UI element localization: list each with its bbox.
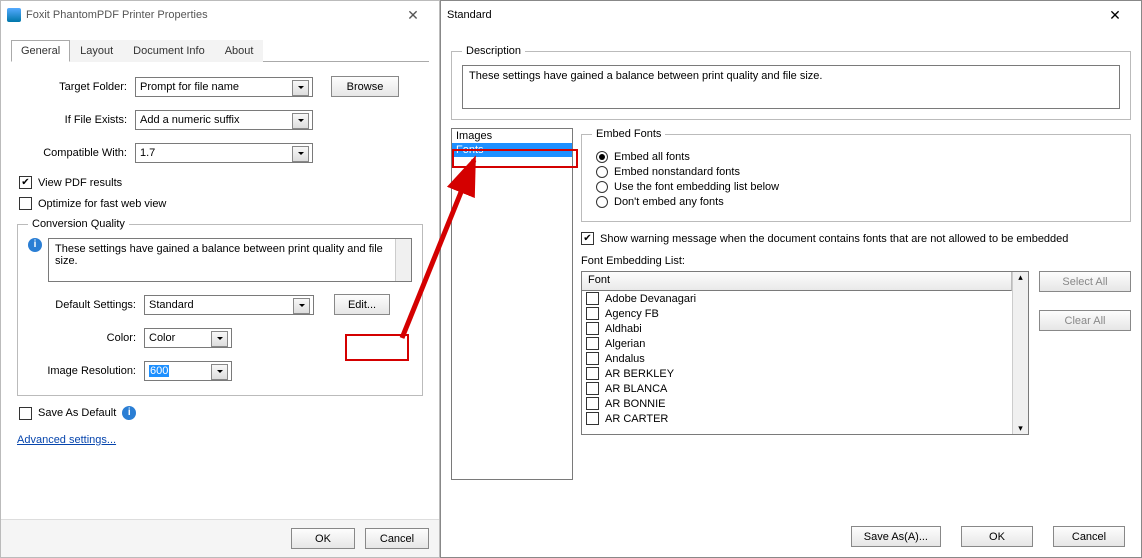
- conversion-quality-group: Conversion Quality i These settings have…: [17, 218, 423, 396]
- font-name: Andalus: [605, 353, 645, 365]
- embed-fonts-group: Embed Fonts Embed all fonts Embed nonsta…: [581, 128, 1131, 222]
- select-all-button[interactable]: Select All: [1039, 271, 1131, 292]
- target-folder-select[interactable]: Prompt for file name: [135, 77, 313, 97]
- font-name: Agency FB: [605, 308, 659, 320]
- font-row[interactable]: Andalus: [582, 351, 1012, 366]
- ok-button[interactable]: OK: [291, 528, 355, 549]
- radio-use-list[interactable]: [596, 181, 608, 193]
- edit-button[interactable]: Edit...: [334, 294, 390, 315]
- default-settings-select[interactable]: Standard: [144, 295, 314, 315]
- window-title: Foxit PhantomPDF Printer Properties: [26, 9, 208, 21]
- target-folder-label: Target Folder:: [17, 81, 135, 93]
- cancel-button[interactable]: Cancel: [1053, 526, 1125, 547]
- save-default-label: Save As Default: [38, 407, 116, 419]
- window-title: Standard: [447, 9, 492, 21]
- radio-embed-none[interactable]: [596, 196, 608, 208]
- category-list[interactable]: Images Fonts: [451, 128, 573, 480]
- scrollbar[interactable]: [395, 239, 411, 281]
- footer-left: OK Cancel: [1, 519, 439, 557]
- category-images[interactable]: Images: [452, 129, 572, 143]
- scrollbar[interactable]: [1012, 272, 1028, 434]
- browse-button[interactable]: Browse: [331, 76, 399, 97]
- cancel-button[interactable]: Cancel: [365, 528, 429, 549]
- titlebar-left[interactable]: Foxit PhantomPDF Printer Properties ✕: [1, 1, 439, 29]
- tab-about[interactable]: About: [215, 40, 264, 62]
- font-checkbox[interactable]: [586, 292, 599, 305]
- font-checkbox[interactable]: [586, 307, 599, 320]
- optimize-checkbox[interactable]: [19, 197, 32, 210]
- font-row[interactable]: Agency FB: [582, 306, 1012, 321]
- font-name: AR BERKLEY: [605, 368, 674, 380]
- font-row[interactable]: AR BERKLEY: [582, 366, 1012, 381]
- close-icon[interactable]: ✕: [393, 7, 433, 24]
- annotation-highlight-fonts: [454, 151, 576, 166]
- font-name: Aldhabi: [605, 323, 642, 335]
- font-checkbox[interactable]: [586, 412, 599, 425]
- ok-button[interactable]: OK: [961, 526, 1033, 547]
- warning-checkbox[interactable]: [581, 232, 594, 245]
- compatible-label: Compatible With:: [17, 147, 135, 159]
- font-name: AR CARTER: [605, 413, 668, 425]
- info-icon[interactable]: i: [122, 406, 136, 420]
- font-embedding-list[interactable]: Font Adobe Devanagari Agency FB Aldhabi Alg…: [581, 271, 1029, 435]
- annotation-highlight-edit: [347, 336, 407, 359]
- radio-embed-nonstandard[interactable]: [596, 166, 608, 178]
- description-text[interactable]: These settings have gained a balance bet…: [462, 65, 1120, 109]
- warning-label: Show warning message when the document c…: [600, 233, 1068, 245]
- font-row[interactable]: AR BONNIE: [582, 396, 1012, 411]
- font-name: Algerian: [605, 338, 645, 350]
- resolution-label: Image Resolution:: [28, 365, 144, 377]
- font-row[interactable]: Algerian: [582, 336, 1012, 351]
- font-checkbox[interactable]: [586, 397, 599, 410]
- tab-document-info[interactable]: Document Info: [123, 40, 215, 62]
- tabs: General Layout Document Info About: [11, 39, 429, 62]
- close-icon[interactable]: ✕: [1095, 7, 1135, 24]
- font-column-header[interactable]: Font: [582, 272, 1012, 291]
- clear-all-button[interactable]: Clear All: [1039, 310, 1131, 331]
- standard-settings-window: Standard ✕ Description These settings ha…: [440, 0, 1142, 558]
- font-row[interactable]: Adobe Devanagari: [582, 291, 1012, 306]
- compatible-select[interactable]: 1.7: [135, 143, 313, 163]
- advanced-settings-link[interactable]: Advanced settings...: [17, 434, 116, 446]
- font-row[interactable]: AR BLANCA: [582, 381, 1012, 396]
- view-pdf-checkbox[interactable]: [19, 176, 32, 189]
- font-checkbox[interactable]: [586, 337, 599, 350]
- info-icon: i: [28, 238, 42, 252]
- font-name: Adobe Devanagari: [605, 293, 696, 305]
- font-checkbox[interactable]: [586, 382, 599, 395]
- embed-fonts-legend: Embed Fonts: [592, 128, 665, 140]
- save-default-checkbox[interactable]: [19, 407, 32, 420]
- color-label: Color:: [28, 332, 144, 344]
- resolution-combo[interactable]: 600: [144, 361, 232, 381]
- default-settings-label: Default Settings:: [28, 299, 144, 311]
- view-pdf-label: View PDF results: [38, 177, 122, 189]
- app-icon: [7, 8, 21, 22]
- if-exists-select[interactable]: Add a numeric suffix: [135, 110, 313, 130]
- font-checkbox[interactable]: [586, 352, 599, 365]
- font-name: AR BLANCA: [605, 383, 667, 395]
- radio-embed-all[interactable]: [596, 151, 608, 163]
- printer-properties-window: Foxit PhantomPDF Printer Properties ✕ Ge…: [0, 0, 440, 558]
- conversion-quality-legend: Conversion Quality: [28, 218, 129, 230]
- font-name: AR BONNIE: [605, 398, 666, 410]
- if-exists-label: If File Exists:: [17, 114, 135, 126]
- description-group: Description These settings have gained a…: [451, 45, 1131, 120]
- color-select[interactable]: Color: [144, 328, 232, 348]
- tab-general[interactable]: General: [11, 40, 70, 62]
- description-legend: Description: [462, 45, 525, 57]
- titlebar-right[interactable]: Standard ✕: [441, 1, 1141, 29]
- font-checkbox[interactable]: [586, 322, 599, 335]
- font-row[interactable]: Aldhabi: [582, 321, 1012, 336]
- quality-description: These settings have gained a balance bet…: [48, 238, 412, 282]
- font-list-label: Font Embedding List:: [581, 255, 1131, 267]
- font-row[interactable]: AR CARTER: [582, 411, 1012, 426]
- tab-layout[interactable]: Layout: [70, 40, 123, 62]
- optimize-label: Optimize for fast web view: [38, 198, 166, 210]
- footer-right: Save As(A)... OK Cancel: [851, 526, 1125, 547]
- save-as-button[interactable]: Save As(A)...: [851, 526, 941, 547]
- font-checkbox[interactable]: [586, 367, 599, 380]
